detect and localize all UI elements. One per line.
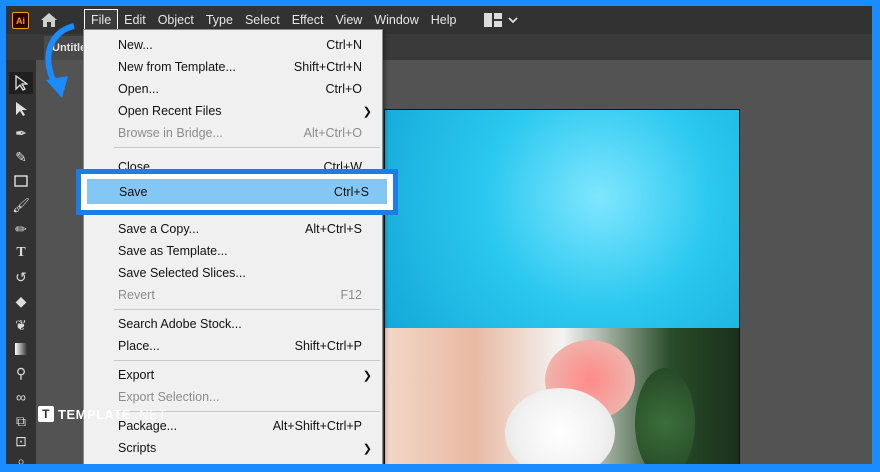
menu-effect[interactable]: Effect bbox=[286, 9, 330, 31]
menu-item-label: Browse in Bridge... bbox=[118, 126, 223, 140]
menu-item-shortcut: Ctrl+O bbox=[325, 82, 362, 96]
menu-item-label: Save as Template... bbox=[118, 244, 228, 258]
watermark-suffix: .NET bbox=[135, 406, 167, 422]
menu-item-shortcut: Shift+Ctrl+N bbox=[293, 60, 362, 74]
app-logo: Ai bbox=[12, 12, 29, 29]
menu-object[interactable]: Object bbox=[152, 9, 200, 31]
menu-item-shortcut: F12 bbox=[340, 288, 362, 302]
submenu-arrow-icon: ❯ bbox=[362, 105, 372, 118]
menu-item-label: Revert bbox=[118, 288, 155, 302]
menu-item-label: New from Template... bbox=[118, 60, 236, 74]
menu-item-label: Save Selected Slices... bbox=[118, 266, 246, 280]
illustrator-window: Ai File Edit Object Type Select Effect V… bbox=[6, 6, 872, 464]
menu-window[interactable]: Window bbox=[368, 9, 424, 31]
direct-selection-tool-icon[interactable] bbox=[9, 98, 33, 120]
menu-item-label: Open Recent Files bbox=[118, 104, 222, 118]
menu-item-save-a-copy[interactable]: Save a Copy... Alt+Ctrl+S bbox=[84, 218, 382, 240]
save-highlight-outline bbox=[76, 169, 398, 215]
watermark-logo-icon: T bbox=[38, 406, 54, 422]
water-photo bbox=[385, 110, 739, 328]
file-menu-dropdown: New... Ctrl+N New from Template... Shift+C… bbox=[83, 29, 383, 464]
watermark-text: TEMPLATE bbox=[58, 406, 132, 422]
menu-item-revert[interactable]: Revert F12 bbox=[84, 284, 382, 306]
menu-item-label: New... bbox=[118, 38, 153, 52]
menu-item-shortcut: Shift+Ctrl+P bbox=[294, 339, 362, 353]
menu-item-label: Save a Copy... bbox=[118, 222, 200, 236]
menu-item-label: Export Selection... bbox=[118, 390, 220, 404]
menu-item-open[interactable]: Open... Ctrl+O bbox=[84, 78, 382, 100]
pointer-arrow-icon bbox=[45, 23, 75, 98]
menu-separator bbox=[114, 147, 380, 148]
artboard-tool-icon[interactable]: ⊡ bbox=[9, 430, 33, 452]
menu-help[interactable]: Help bbox=[425, 9, 463, 31]
menu-view[interactable]: View bbox=[329, 9, 368, 31]
menu-item-label: Open... bbox=[118, 82, 159, 96]
zoom-tool-icon[interactable]: ⌕ bbox=[9, 450, 33, 465]
artboard[interactable] bbox=[384, 109, 740, 464]
menu-item-shortcut: Alt+Shift+Ctrl+P bbox=[272, 419, 362, 433]
submenu-arrow-icon: ❯ bbox=[362, 369, 372, 382]
workspace-grid-icon bbox=[484, 13, 502, 27]
curvature-tool-icon[interactable]: ✎ bbox=[9, 146, 33, 168]
menu-item-label: Search Adobe Stock... bbox=[118, 317, 242, 331]
rectangle-tool-icon[interactable] bbox=[9, 170, 33, 192]
paintbrush-tool-icon[interactable]: 🖌 bbox=[9, 194, 33, 216]
menu-item-new-from-template[interactable]: New from Template... Shift+Ctrl+N bbox=[84, 56, 382, 78]
menu-item-save-as-template[interactable]: Save as Template... bbox=[84, 240, 382, 262]
menu-item-export-selection[interactable]: Export Selection... bbox=[84, 386, 382, 408]
menu-separator bbox=[114, 360, 380, 361]
menu-item-scripts[interactable]: Scripts ❯ bbox=[84, 437, 382, 459]
template-net-watermark: T TEMPLATE .NET bbox=[38, 406, 167, 422]
menu-type[interactable]: Type bbox=[200, 9, 239, 31]
eyedropper-tool-icon[interactable]: ⚲ bbox=[9, 362, 33, 384]
rotate-tool-icon[interactable]: ↺ bbox=[9, 266, 33, 288]
menu-item-open-recent-files[interactable]: Open Recent Files ❯ bbox=[84, 100, 382, 122]
menu-item-search-adobe-stock[interactable]: Search Adobe Stock... bbox=[84, 313, 382, 335]
menu-item-browse-in-bridge[interactable]: Browse in Bridge... Alt+Ctrl+O bbox=[84, 122, 382, 144]
menu-item-new[interactable]: New... Ctrl+N bbox=[84, 34, 382, 56]
menu-separator bbox=[114, 309, 380, 310]
submenu-arrow-icon: ❯ bbox=[362, 442, 372, 455]
gradient-tool-icon[interactable] bbox=[9, 338, 33, 360]
menu-item-place[interactable]: Place... Shift+Ctrl+P bbox=[84, 335, 382, 357]
workspace-switcher[interactable] bbox=[484, 13, 518, 27]
menu-item-shortcut: Ctrl+N bbox=[326, 38, 362, 52]
pencil-tool-icon[interactable]: ✏ bbox=[9, 218, 33, 240]
menu-item-save-selected-slices[interactable]: Save Selected Slices... bbox=[84, 262, 382, 284]
eraser-tool-icon[interactable]: ◆ bbox=[9, 290, 33, 312]
chevron-down-icon bbox=[508, 17, 518, 24]
menu-item-shortcut: Alt+Ctrl+O bbox=[303, 126, 362, 140]
menu-edit[interactable]: Edit bbox=[118, 9, 152, 31]
warp-tool-icon[interactable]: ❦ bbox=[9, 314, 33, 336]
type-tool-icon[interactable]: T bbox=[9, 242, 33, 264]
menu-item-shortcut: Alt+Ctrl+S bbox=[305, 222, 362, 236]
blend-tool-icon[interactable]: ∞ bbox=[9, 386, 33, 408]
menu-file[interactable]: File bbox=[84, 9, 119, 31]
pen-tool-icon[interactable]: ✒ bbox=[9, 122, 33, 144]
menu-item-export[interactable]: Export ❯ bbox=[84, 364, 382, 386]
flower-photo bbox=[385, 328, 739, 464]
menu-item-label: Place... bbox=[118, 339, 160, 353]
menu-item-label: Scripts bbox=[118, 441, 157, 455]
selection-tool-icon[interactable] bbox=[9, 72, 33, 94]
menu-select[interactable]: Select bbox=[239, 9, 286, 31]
menu-item-label: Export bbox=[118, 368, 155, 382]
tools-panel: ✒ ✎ 🖌 ✏ T ↺ ◆ ❦ ⚲ ∞ ⧉ ⊡ ⌕ bbox=[6, 60, 36, 464]
shape-builder-tool-icon[interactable]: ⧉ bbox=[9, 410, 33, 432]
